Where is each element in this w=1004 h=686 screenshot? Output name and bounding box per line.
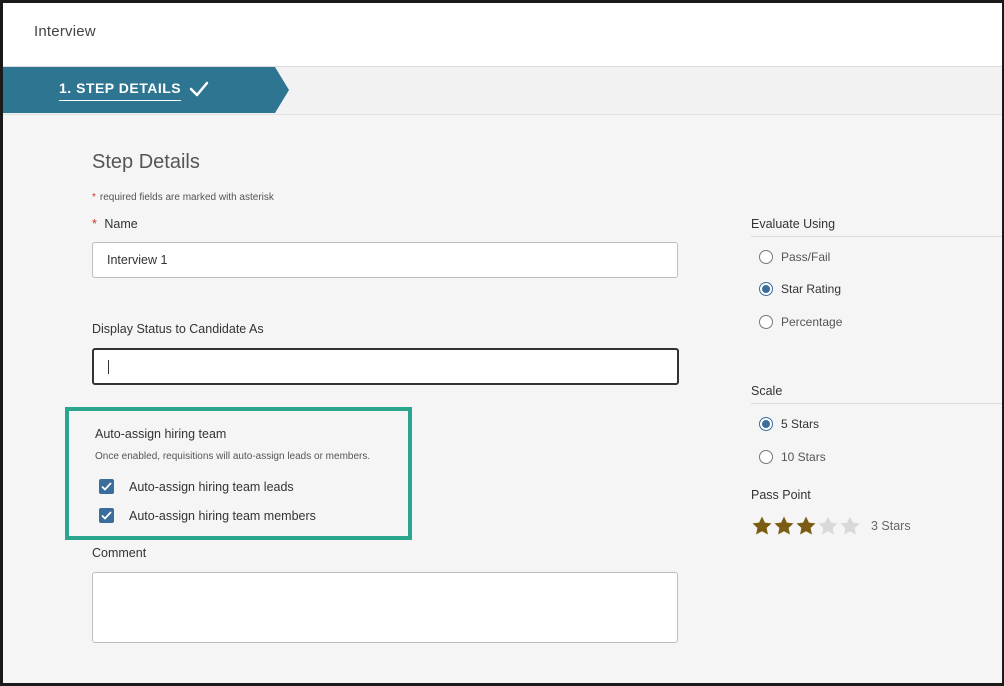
app-window: Interview 1. STEP DETAILS Step Details *… <box>0 0 1004 686</box>
name-label: * Name <box>92 217 138 231</box>
scale-title: Scale <box>751 384 783 398</box>
required-note-text: required fields are marked with asterisk <box>99 192 274 203</box>
auto-assign-leads-checkbox[interactable] <box>99 479 114 494</box>
auto-assign-members-option[interactable]: Auto-assign hiring team members <box>99 508 316 523</box>
pass-point-value-label: 3 Stars <box>871 519 911 533</box>
comment-field[interactable] <box>92 572 678 643</box>
auto-assign-title: Auto-assign hiring team <box>95 427 227 441</box>
auto-assign-leads-option[interactable]: Auto-assign hiring team leads <box>99 479 294 494</box>
star-filled-icon[interactable] <box>751 515 773 537</box>
radio-label: Percentage <box>781 315 843 329</box>
star-empty-icon[interactable] <box>839 515 861 537</box>
radio-button[interactable] <box>759 450 773 464</box>
display-status-field[interactable] <box>92 348 679 385</box>
auto-assign-leads-label: Auto-assign hiring team leads <box>129 479 294 494</box>
auto-assign-description: Once enabled, requisitions will auto-ass… <box>95 451 371 462</box>
required-note: * required fields are marked with asteris… <box>92 192 274 203</box>
scale-option-10-stars[interactable]: 10 Stars <box>759 450 826 464</box>
checkmark-icon <box>101 511 112 520</box>
star-empty-icon[interactable] <box>817 515 839 537</box>
required-asterisk: * <box>92 217 97 231</box>
name-field[interactable]: Interview 1 <box>92 242 678 278</box>
evaluate-option-pass-fail[interactable]: Pass/Fail <box>759 250 830 264</box>
text-caret <box>108 359 109 374</box>
pass-point-title: Pass Point <box>751 488 811 502</box>
page-header: Interview <box>3 3 1002 67</box>
auto-assign-members-label: Auto-assign hiring team members <box>129 508 316 523</box>
star-filled-icon[interactable] <box>773 515 795 537</box>
radio-label: Pass/Fail <box>781 250 831 264</box>
comment-label: Comment <box>92 546 147 560</box>
pass-point-star-rating[interactable]: 3 Stars <box>751 515 911 537</box>
auto-assign-members-checkbox[interactable] <box>99 508 114 523</box>
page-title: Interview <box>34 23 96 40</box>
display-status-label: Display Status to Candidate As <box>92 322 264 336</box>
evaluate-option-star-rating[interactable]: Star Rating <box>759 282 841 296</box>
checkmark-icon <box>101 482 112 491</box>
radio-label: Star Rating <box>781 282 842 296</box>
scale-option-5-stars[interactable]: 5 Stars <box>759 417 819 431</box>
star-filled-icon[interactable] <box>795 515 817 537</box>
evaluate-using-title: Evaluate Using <box>751 217 836 231</box>
evaluate-divider <box>751 236 1002 237</box>
step-tab-details[interactable]: 1. STEP DETAILS <box>3 67 289 113</box>
scale-divider <box>751 403 1002 404</box>
section-title: Step Details <box>92 151 200 173</box>
step-tab-label: 1. STEP DETAILS <box>59 80 182 101</box>
radio-button-selected[interactable] <box>759 282 773 296</box>
radio-button[interactable] <box>759 315 773 329</box>
radio-button-selected[interactable] <box>759 417 773 431</box>
auto-assign-highlight-box: Auto-assign hiring team Once enabled, re… <box>65 407 412 540</box>
name-field-value: Interview 1 <box>107 253 168 267</box>
star-list <box>751 515 861 537</box>
required-asterisk: * <box>92 192 96 203</box>
step-progress-bar: 1. STEP DETAILS <box>3 67 1002 115</box>
radio-label: 5 Stars <box>781 417 820 431</box>
evaluate-option-percentage[interactable]: Percentage <box>759 315 842 329</box>
radio-label: 10 Stars <box>781 450 826 464</box>
radio-button[interactable] <box>759 250 773 264</box>
name-label-text: Name <box>104 217 138 231</box>
step-details-panel: Step Details * required fields are marked… <box>3 115 1002 683</box>
